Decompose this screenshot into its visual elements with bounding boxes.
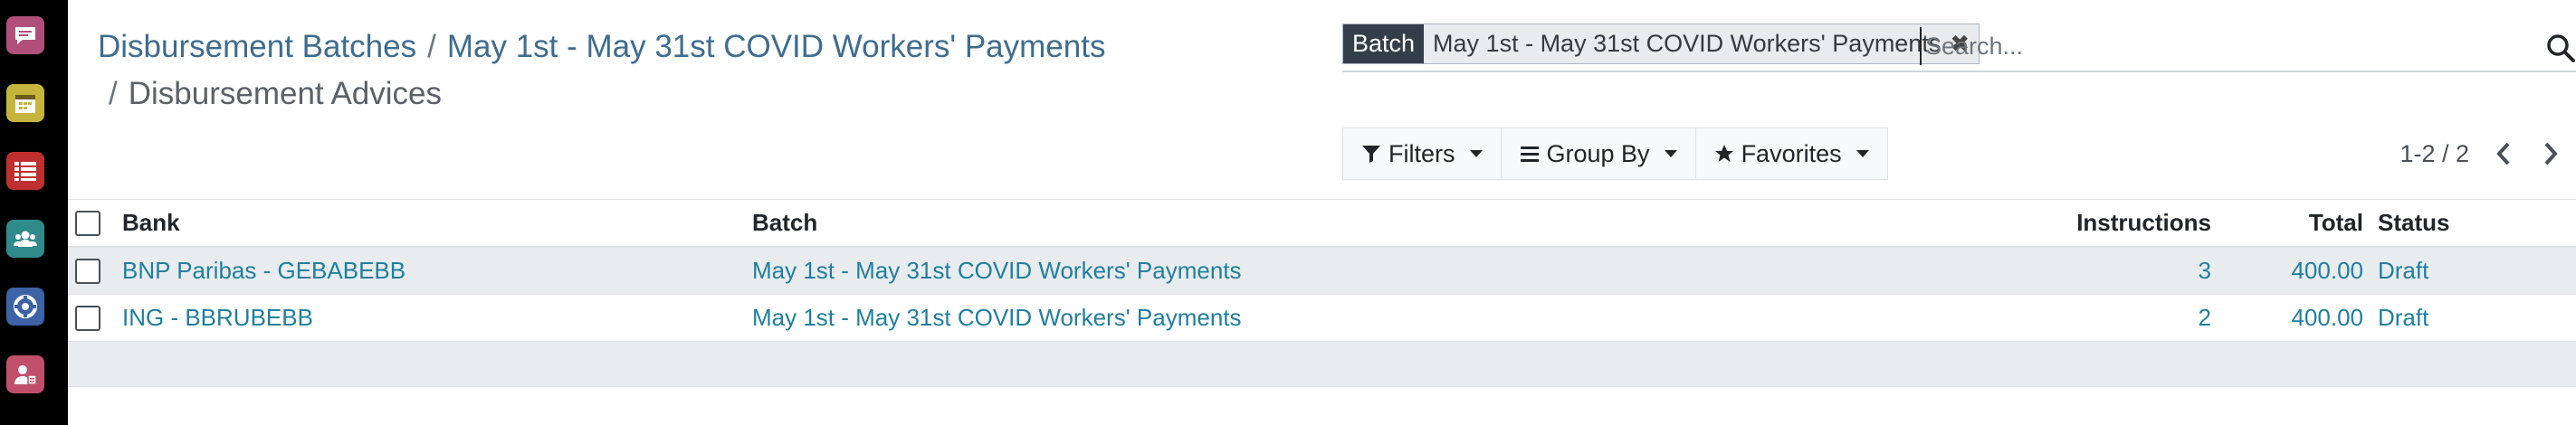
chevron-down-icon — [1664, 150, 1677, 157]
list-icon[interactable] — [6, 152, 44, 190]
row-checkbox[interactable] — [75, 305, 100, 331]
favorites-label: Favorites — [1741, 139, 1842, 167]
page-title: Disbursement Advices — [128, 76, 442, 111]
cell-bank[interactable]: ING - BBRUBEBB — [122, 304, 313, 332]
cell-status[interactable]: Draft — [2378, 304, 2428, 332]
cell-instructions[interactable]: 2 — [2199, 304, 2211, 332]
search-icon[interactable] — [2545, 33, 2576, 63]
filters-button[interactable]: Filters — [1343, 128, 1502, 179]
facet-label: Batch — [1343, 24, 1425, 63]
select-all-checkbox[interactable] — [75, 210, 100, 236]
star-icon — [1714, 145, 1733, 162]
column-header-total[interactable]: Total — [2309, 209, 2363, 237]
pager-next-button[interactable] — [2538, 141, 2563, 166]
favorites-button[interactable]: Favorites — [1695, 128, 1887, 179]
search-bar: Batch May 1st - May 31st COVID Workers' … — [1342, 18, 2576, 72]
helpdesk-icon[interactable] — [6, 288, 44, 326]
search-input[interactable] — [1920, 27, 2517, 65]
cell-batch[interactable]: May 1st - May 31st COVID Workers' Paymen… — [752, 257, 1242, 285]
cell-bank[interactable]: BNP Paribas - GEBABEBB — [122, 257, 405, 285]
column-header-instructions[interactable]: Instructions — [2076, 209, 2211, 237]
breadcrumb-separator: / — [109, 76, 118, 111]
search-options-toolbar: Filters Group By Favorites — [1342, 128, 1888, 180]
pager-value[interactable]: 1-2 / 2 — [2399, 140, 2469, 168]
chevron-left-icon — [2496, 142, 2510, 165]
cell-instructions[interactable]: 3 — [2199, 257, 2211, 285]
pager-previous-button[interactable] — [2491, 141, 2516, 166]
pager: 1-2 / 2 — [2399, 134, 2563, 174]
chevron-down-icon — [1469, 150, 1483, 157]
employees-icon[interactable] — [6, 355, 44, 393]
facet-value: May 1st - May 31st COVID Workers' Paymen… — [1433, 30, 1942, 57]
group-by-icon — [1520, 146, 1539, 162]
breadcrumb-item-disbursement-batches[interactable]: Disbursement Batches — [98, 29, 416, 64]
chevron-right-icon — [2544, 142, 2558, 165]
table-row[interactable]: ING - BBRUBEBB May 1st - May 31st COVID … — [68, 295, 2576, 342]
group-by-label: Group By — [1546, 139, 1650, 167]
cell-total[interactable]: 400.00 — [2291, 304, 2363, 332]
column-header-bank[interactable]: Bank — [122, 209, 180, 237]
discuss-icon[interactable] — [6, 16, 44, 54]
cell-total[interactable]: 400.00 — [2291, 257, 2363, 285]
main-content: Disbursement Batches / May 1st - May 31st … — [68, 0, 2576, 425]
breadcrumb-current-line: / Disbursement Advices — [98, 71, 1347, 118]
calendar-icon[interactable] — [6, 84, 44, 122]
column-header-batch[interactable]: Batch — [752, 209, 817, 237]
table-header: Bank Batch Instructions Total Status — [68, 199, 2576, 248]
filters-label: Filters — [1388, 139, 1455, 167]
cell-status[interactable]: Draft — [2378, 257, 2428, 285]
row-checkbox[interactable] — [75, 258, 100, 284]
disbursement-advices-list: Bank Batch Instructions Total Status BNP… — [68, 199, 2576, 387]
table-row[interactable]: BNP Paribas - GEBABEBB May 1st - May 31s… — [68, 248, 2576, 295]
chevron-down-icon — [1856, 150, 1869, 157]
group-by-button[interactable]: Group By — [1501, 128, 1696, 179]
breadcrumb-separator: / — [427, 29, 436, 64]
column-header-status[interactable]: Status — [2378, 209, 2449, 237]
table-footer — [68, 342, 2576, 387]
search-facet[interactable]: Batch May 1st - May 31st COVID Workers' … — [1342, 24, 1980, 64]
breadcrumb-item-batch[interactable]: May 1st - May 31st COVID Workers' Paymen… — [447, 29, 1106, 64]
filter-icon — [1362, 146, 1380, 163]
app-sidebar — [0, 0, 68, 425]
contacts-icon[interactable] — [6, 220, 44, 258]
breadcrumb: Disbursement Batches / May 1st - May 31st … — [98, 24, 1347, 118]
cell-batch[interactable]: May 1st - May 31st COVID Workers' Paymen… — [752, 304, 1242, 332]
